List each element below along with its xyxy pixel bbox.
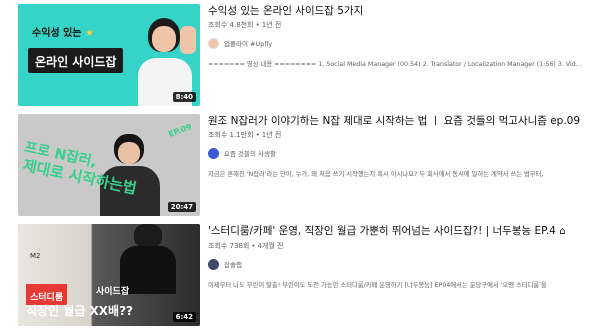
star-icon: ★ bbox=[84, 28, 94, 39]
video-info: 수익성 있는 온라인 사이드잡 5가지 조회수 4.8천회 • 1년 전 업플라이 … bbox=[208, 4, 584, 68]
upload-age: 4개월 전 bbox=[257, 242, 284, 250]
thumbnail-caption-top: 수익성 있는 ★ bbox=[32, 28, 94, 39]
video-meta: 조회수 738회 • 4개월 전 bbox=[208, 242, 284, 250]
video-duration: 8:40 bbox=[172, 92, 196, 102]
view-count: 조회수 738회 bbox=[208, 242, 250, 250]
thumbnail-caption-box: 온라인 사이드잡 bbox=[28, 48, 124, 73]
video-item[interactable]: EP.09 프로 N잡러, 제대로 시작하는법 20:47 원조 N잡러가 이야… bbox=[0, 114, 590, 218]
video-info: '스터디룸/카페' 운영, 직장인 월급 가뿐히 뛰어넘는 사이드잡?! | 너… bbox=[208, 224, 584, 289]
video-thumbnail[interactable]: M2 스터디룸 사이드잡 직장인 월급 XX배?? 6:42 bbox=[18, 224, 200, 326]
video-duration: 6:42 bbox=[172, 312, 196, 322]
thumbnail-caption-bottom: 직장인 월급 XX배?? bbox=[26, 304, 134, 318]
video-description: ======= 영상 내용 ======== 1. Social Media M… bbox=[208, 61, 584, 68]
video-meta: 조회수 1.1만회 • 1년 전 bbox=[208, 131, 282, 139]
video-item[interactable]: M2 스터디룸 사이드잡 직장인 월급 XX배?? 6:42 '스터디룸/카페'… bbox=[0, 224, 590, 328]
channel-name[interactable]: 잡솔랩 bbox=[224, 259, 242, 269]
video-description: 이제부터 나도 부린이 탈출! 부린이도 도전 가능한 스터디룸/카페 운영하기… bbox=[208, 282, 547, 289]
channel-link[interactable]: 요즘 것들의 사생활 bbox=[208, 146, 584, 160]
channel-avatar[interactable] bbox=[208, 258, 219, 270]
home-icon: ⌂ bbox=[559, 226, 566, 237]
view-count: 조회수 4.8천회 bbox=[208, 21, 254, 29]
channel-name[interactable]: 업플라이 #Upfly bbox=[224, 38, 272, 48]
channel-name[interactable]: 요즘 것들의 사생활 bbox=[224, 148, 276, 158]
view-count: 조회수 1.1만회 bbox=[208, 131, 254, 139]
video-description: 지금은 흔해진 'N잡러'라는 단어, 누가, 왜 처음 쓰기 시작했는지 혹시… bbox=[208, 171, 544, 178]
channel-avatar[interactable] bbox=[208, 147, 219, 159]
upload-age: 1년 전 bbox=[261, 21, 282, 29]
room-label: M2 bbox=[30, 252, 41, 260]
video-duration: 20:47 bbox=[167, 202, 196, 212]
upload-age: 1년 전 bbox=[261, 131, 282, 139]
thumbnail-caption-side: 사이드잡 bbox=[96, 287, 130, 297]
video-meta: 조회수 4.8천회 • 1년 전 bbox=[208, 21, 282, 29]
video-item[interactable]: 수익성 있는 ★ 온라인 사이드잡 8:40 수익성 있는 온라인 사이드잡 5… bbox=[0, 4, 590, 108]
video-title[interactable]: 원조 N잡러가 이야기하는 N잡 제대로 시작하는 법 ㅣ 요즘 것들의 먹고사… bbox=[208, 114, 584, 128]
video-thumbnail[interactable]: EP.09 프로 N잡러, 제대로 시작하는법 20:47 bbox=[18, 114, 200, 216]
channel-link[interactable]: 잡솔랩 bbox=[208, 257, 584, 271]
video-info: 원조 N잡러가 이야기하는 N잡 제대로 시작하는 법 ㅣ 요즘 것들의 먹고사… bbox=[208, 114, 584, 178]
episode-badge: EP.09 bbox=[167, 122, 193, 139]
video-title[interactable]: '스터디룸/카페' 운영, 직장인 월급 가뿐히 뛰어넘는 사이드잡?! | 너… bbox=[208, 224, 584, 239]
channel-avatar[interactable] bbox=[208, 37, 219, 49]
video-thumbnail[interactable]: 수익성 있는 ★ 온라인 사이드잡 8:40 bbox=[18, 4, 200, 106]
video-title[interactable]: 수익성 있는 온라인 사이드잡 5가지 bbox=[208, 4, 584, 18]
channel-link[interactable]: 업플라이 #Upfly bbox=[208, 36, 584, 50]
